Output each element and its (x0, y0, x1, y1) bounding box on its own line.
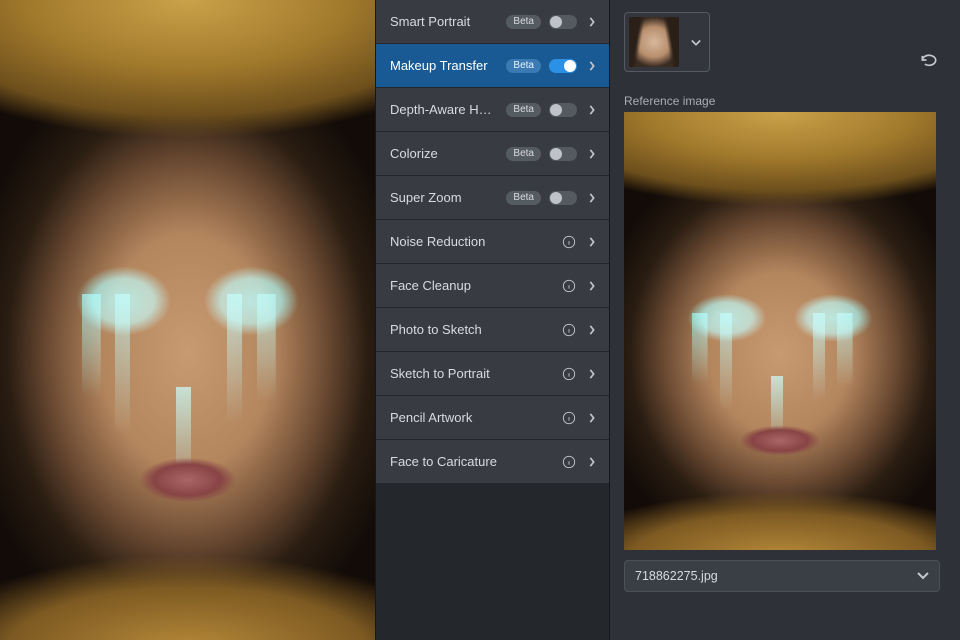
face-thumbnail (629, 17, 679, 67)
toggle-knob (550, 16, 562, 28)
chevron-down-icon (691, 35, 701, 50)
chevron-right-icon (585, 61, 599, 71)
toggle-knob (564, 60, 576, 72)
reference-file-select[interactable]: 718862275.jpg (624, 560, 940, 592)
filter-label: Super Zoom (390, 190, 498, 205)
filter-row[interactable]: Colorize Beta (376, 132, 609, 176)
filter-label: Noise Reduction (390, 234, 553, 249)
filter-label: Pencil Artwork (390, 410, 553, 425)
beta-badge: Beta (506, 59, 541, 73)
face-picker[interactable] (624, 12, 710, 72)
filter-row[interactable]: Face Cleanup (376, 264, 609, 308)
filter-label: Makeup Transfer (390, 58, 498, 73)
chevron-right-icon (585, 281, 599, 291)
filter-row[interactable]: Pencil Artwork (376, 396, 609, 440)
chevron-right-icon (585, 369, 599, 379)
toggle-knob (550, 104, 562, 116)
main-canvas[interactable] (0, 0, 375, 640)
toggle-knob (550, 148, 562, 160)
filter-options-panel: Reference image 718862275.jpg (610, 0, 960, 640)
filter-row[interactable]: Face to Caricature (376, 440, 609, 484)
filter-row[interactable]: Noise Reduction (376, 220, 609, 264)
filter-label: Face to Caricature (390, 454, 553, 469)
beta-badge: Beta (506, 147, 541, 161)
beta-badge: Beta (506, 103, 541, 117)
reference-image-content (624, 112, 936, 550)
filter-toggle[interactable] (549, 59, 577, 73)
reference-image[interactable] (624, 112, 936, 550)
filter-row[interactable]: Super Zoom Beta (376, 176, 609, 220)
filter-label: Colorize (390, 146, 498, 161)
chevron-right-icon (585, 193, 599, 203)
reference-image-label: Reference image (624, 94, 940, 108)
filter-row[interactable]: Sketch to Portrait (376, 352, 609, 396)
undo-icon (919, 52, 939, 71)
chevron-right-icon (585, 237, 599, 247)
info-icon[interactable] (561, 322, 577, 338)
filter-label: Sketch to Portrait (390, 366, 553, 381)
canvas-image (0, 0, 375, 640)
filter-label: Depth-Aware H… (390, 102, 498, 117)
filter-label: Photo to Sketch (390, 322, 553, 337)
filter-list-filler (376, 484, 609, 640)
filter-label: Face Cleanup (390, 278, 553, 293)
panel-top-row (624, 12, 940, 76)
chevron-down-icon (917, 569, 929, 583)
filter-label: Smart Portrait (390, 14, 498, 29)
neural-filters-list: Smart PortraitBetaMakeup TransferBetaDep… (375, 0, 610, 640)
reset-button[interactable] (918, 50, 940, 72)
info-icon[interactable] (561, 234, 577, 250)
info-icon[interactable] (561, 278, 577, 294)
filter-row[interactable]: Photo to Sketch (376, 308, 609, 352)
filter-row[interactable]: Makeup Transfer Beta (376, 44, 609, 88)
beta-badge: Beta (506, 191, 541, 205)
filter-toggle[interactable] (549, 15, 577, 29)
beta-badge: Beta (506, 15, 541, 29)
reference-file-name: 718862275.jpg (635, 569, 718, 583)
chevron-right-icon (585, 17, 599, 27)
info-icon[interactable] (561, 366, 577, 382)
app-root: Smart PortraitBetaMakeup TransferBetaDep… (0, 0, 960, 640)
info-icon[interactable] (561, 454, 577, 470)
chevron-right-icon (585, 413, 599, 423)
filter-row[interactable]: Smart Portrait Beta (376, 0, 609, 44)
filter-toggle[interactable] (549, 103, 577, 117)
filter-row[interactable]: Depth-Aware H… Beta (376, 88, 609, 132)
filter-toggle[interactable] (549, 147, 577, 161)
face-picker-caret[interactable] (687, 17, 705, 67)
chevron-right-icon (585, 105, 599, 115)
chevron-right-icon (585, 149, 599, 159)
toggle-knob (550, 192, 562, 204)
info-icon[interactable] (561, 410, 577, 426)
chevron-right-icon (585, 457, 599, 467)
filter-toggle[interactable] (549, 191, 577, 205)
chevron-right-icon (585, 325, 599, 335)
